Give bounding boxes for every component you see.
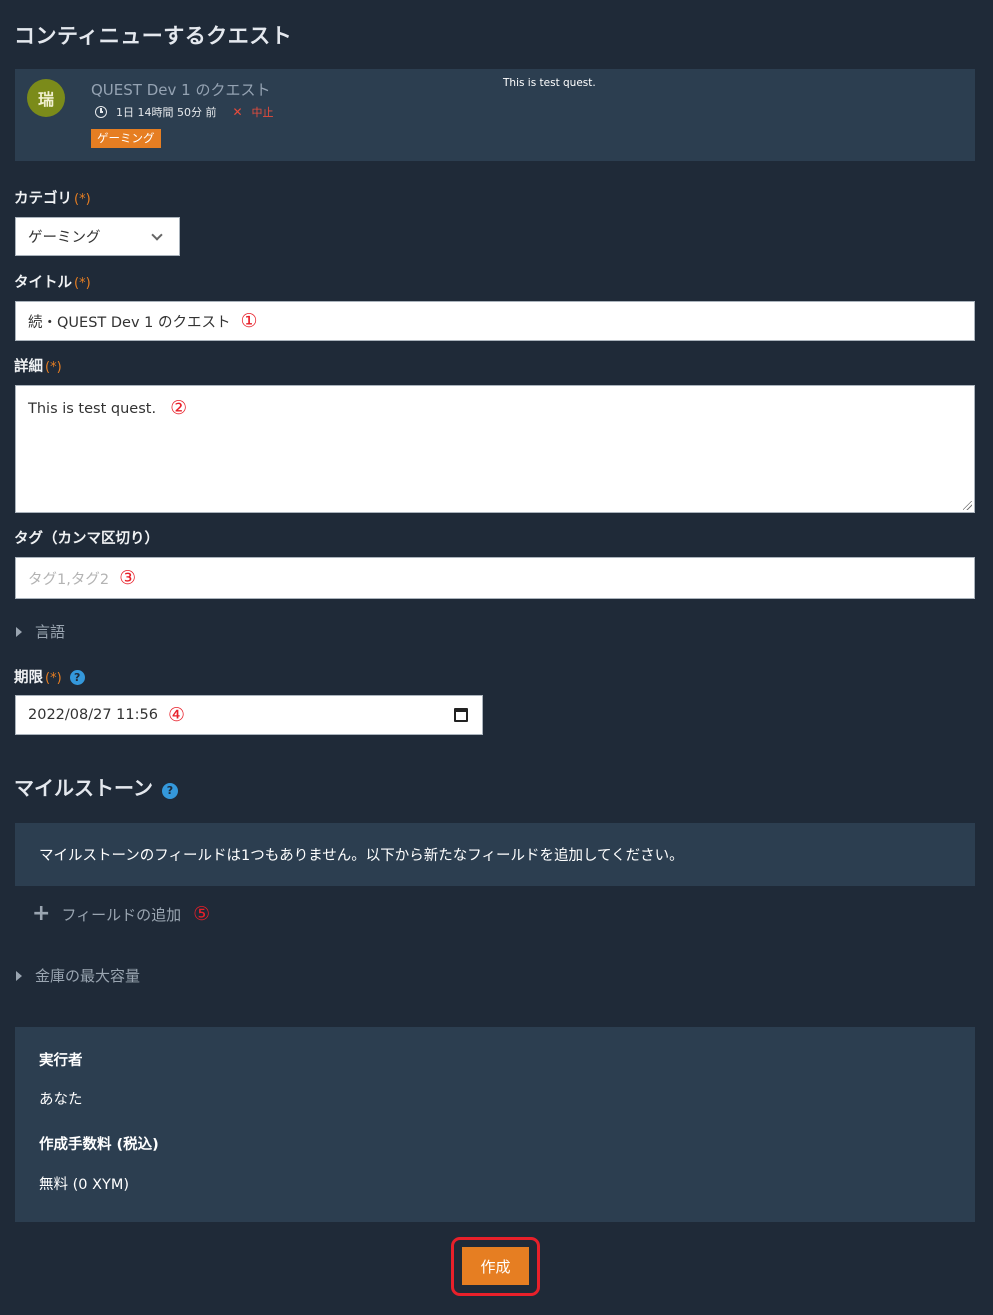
- milestone-title: マイルストーン?: [14, 772, 178, 801]
- milestone-title-text: マイルストーン: [14, 776, 153, 800]
- quest-elapsed: 1日 14時間 50分 前: [116, 106, 217, 119]
- chevron-down-icon: [151, 229, 163, 241]
- fee-label: 作成手数料 (税込): [39, 1137, 159, 1153]
- calendar-icon[interactable]: [454, 708, 468, 722]
- category-value: ゲーミング: [28, 230, 101, 246]
- annotation-marker-3: ③: [119, 567, 137, 589]
- language-toggle[interactable]: 言語: [16, 621, 65, 642]
- help-icon[interactable]: ?: [162, 783, 178, 799]
- fee-value: 無料 (0 XYM): [39, 1177, 130, 1193]
- title-label-text: タイトル: [14, 275, 72, 291]
- resize-handle-icon[interactable]: [963, 501, 972, 510]
- category-select[interactable]: ゲーミング: [15, 217, 180, 256]
- caret-right-icon: [16, 626, 22, 637]
- add-field-button[interactable]: + フィールドの追加 ⑤: [32, 901, 211, 926]
- create-button[interactable]: 作成: [462, 1247, 529, 1285]
- language-label: 言語: [35, 623, 66, 641]
- deadline-input[interactable]: 2022/08/27 11:56 ④: [15, 695, 483, 735]
- tags-input[interactable]: タグ1,タグ2 ③: [15, 557, 975, 599]
- executor-label: 実行者: [39, 1053, 83, 1069]
- required-mark: (*): [74, 276, 91, 291]
- required-mark: (*): [74, 192, 91, 207]
- detail-label-text: 詳細: [14, 359, 43, 375]
- detail-label: 詳細 (*): [14, 355, 62, 376]
- quest-avatar: 瑞: [27, 79, 65, 117]
- caret-right-icon: [16, 970, 22, 981]
- help-icon[interactable]: ?: [69, 670, 85, 685]
- vault-label: 金庫の最大容量: [35, 967, 141, 985]
- detail-textarea[interactable]: This is test quest. ②: [15, 385, 975, 513]
- quest-card[interactable]: 瑞 QUEST Dev 1 のクエスト 1日 14時間 50分 前 ✕ 中止 ゲ…: [15, 69, 975, 161]
- summary-panel: 実行者 あなた 作成手数料 (税込) 無料 (0 XYM): [15, 1027, 975, 1222]
- category-label-text: カテゴリ: [14, 191, 72, 207]
- quest-description: This is test quest.: [503, 77, 596, 89]
- close-icon: ✕: [232, 105, 243, 119]
- annotation-marker-2: ②: [170, 397, 188, 419]
- page-title: コンティニューするクエスト: [14, 24, 293, 48]
- add-field-label: フィールドの追加: [61, 905, 182, 924]
- annotation-marker-1: ①: [240, 310, 258, 332]
- quest-meta: 1日 14時間 50分 前 ✕ 中止: [95, 104, 274, 120]
- annotation-marker-4: ④: [167, 704, 186, 726]
- deadline-value: 2022/08/27 11:56: [28, 707, 158, 723]
- title-label: タイトル (*): [14, 271, 91, 292]
- create-button-highlight: 作成: [451, 1237, 540, 1296]
- quest-name[interactable]: QUEST Dev 1 のクエスト: [91, 79, 270, 100]
- title-input[interactable]: 続・QUEST Dev 1 のクエスト ①: [15, 301, 975, 341]
- deadline-label: 期限 (*)?: [14, 666, 85, 687]
- detail-value: This is test quest.: [28, 401, 157, 417]
- title-value: 続・QUEST Dev 1 のクエスト: [28, 314, 231, 331]
- plus-icon: +: [32, 901, 51, 926]
- milestone-empty-message: マイルストーンのフィールドは1つもありません。以下から新たなフィールドを追加して…: [15, 823, 975, 886]
- tags-label: タグ（カンマ区切り）: [14, 531, 159, 547]
- clock-icon: [95, 106, 107, 118]
- annotation-marker-5: ⑤: [193, 903, 211, 925]
- quest-tag[interactable]: ゲーミング: [91, 129, 161, 148]
- tags-placeholder: タグ1,タグ2: [28, 571, 110, 588]
- required-mark: (*): [45, 671, 62, 686]
- required-mark: (*): [45, 360, 62, 375]
- vault-toggle[interactable]: 金庫の最大容量: [16, 965, 140, 986]
- executor-value: あなた: [39, 1092, 83, 1108]
- category-label: カテゴリ (*): [14, 187, 91, 208]
- quest-status: 中止: [251, 106, 274, 119]
- deadline-label-text: 期限: [14, 670, 43, 686]
